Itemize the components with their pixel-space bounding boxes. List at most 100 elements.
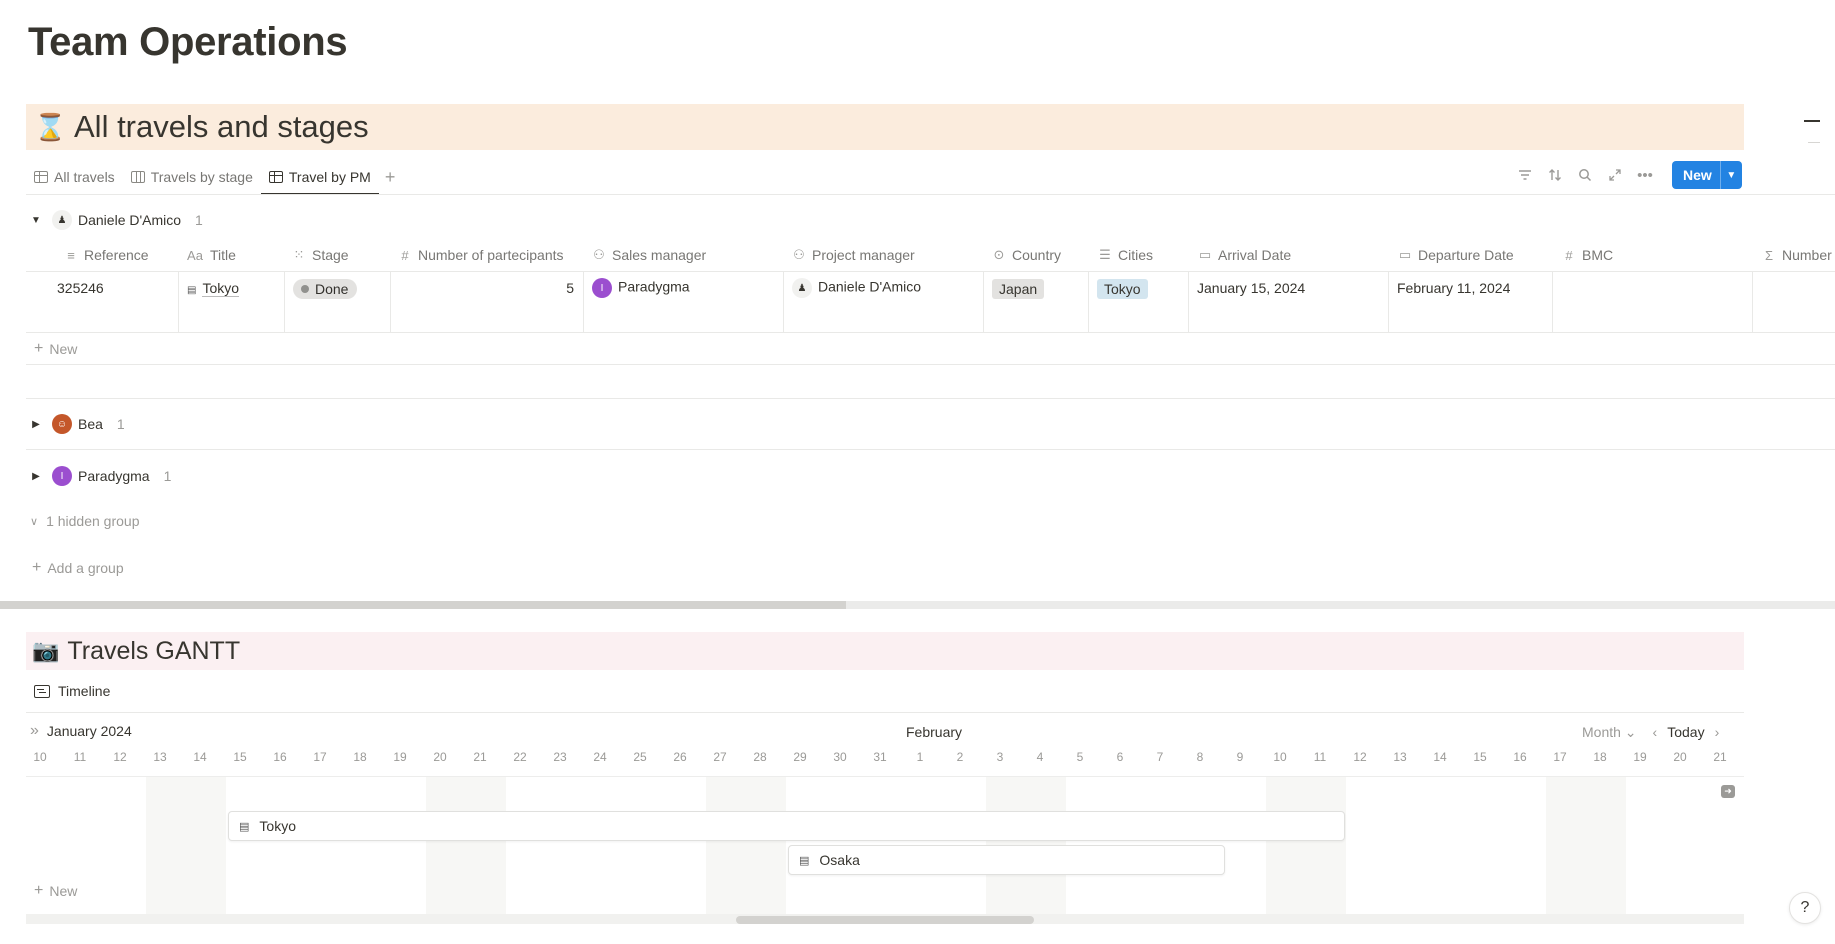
group-header-bea[interactable]: ▶ ☺ Bea 1 [26, 409, 125, 439]
group-count: 1 [163, 468, 172, 484]
arrow-right-icon[interactable]: ➜ [1721, 785, 1735, 798]
avatar: ♟ [52, 210, 72, 230]
column-header-sales-manager[interactable]: ⚇ Sales manager [584, 240, 784, 270]
view-tabs: All travels Travels by stage Travel by P… [26, 160, 402, 195]
select-icon: ⊙ [993, 247, 1005, 262]
timeline-day: 24 [593, 750, 607, 764]
column-header-bmc[interactable]: # BMC [1554, 240, 1754, 270]
timeline-day: 15 [233, 750, 247, 764]
column-header-project-manager[interactable]: ⚇ Project manager [784, 240, 984, 270]
help-button[interactable]: ? [1789, 892, 1821, 924]
new-button[interactable]: New ▼ [1672, 161, 1742, 189]
divider [26, 194, 1835, 195]
sort-icon[interactable] [1540, 160, 1570, 190]
chevron-left-icon[interactable]: ‹ [1649, 724, 1662, 740]
view-select[interactable]: Month ⌄ [1582, 724, 1637, 741]
search-icon[interactable] [1570, 160, 1600, 190]
timeline-day: 18 [1593, 750, 1607, 764]
weekend-shade [146, 777, 226, 914]
cell-project-manager[interactable]: ♟ Daniele D'Amico [784, 272, 982, 332]
weekend-shade [1266, 777, 1346, 914]
cell-reference[interactable]: 325246 [49, 272, 177, 332]
column-header-arrival-date[interactable]: ▭ Arrival Date [1190, 240, 1390, 270]
status-badge: Done [293, 279, 358, 299]
cell-sales-manager[interactable]: I Paradygma [584, 272, 782, 332]
tab-all-travels[interactable]: All travels [26, 160, 123, 194]
board-icon [130, 171, 145, 183]
column-header-participants[interactable]: # Number of partecipants [390, 240, 582, 270]
column-header-stage[interactable]: ⁙ Stage [284, 240, 390, 270]
group-header-paradygma[interactable]: ▶ I Paradygma 1 [26, 461, 171, 491]
hidden-groups-toggle[interactable]: ∨ 1 hidden group [30, 513, 139, 529]
filter-icon[interactable] [1510, 160, 1540, 190]
cell-participants[interactable]: 5 [391, 272, 582, 332]
timeline-day: 15 [1473, 750, 1487, 764]
timeline-controls: Month ⌄ ‹ Today › [1582, 722, 1723, 742]
timeline-day: 21 [1713, 750, 1727, 764]
timeline-bar-osaka[interactable]: ▤ Osaka [788, 845, 1225, 875]
column-header-cities[interactable]: ☰ Cities [1090, 240, 1190, 270]
group-count: 1 [116, 416, 125, 432]
column-header-title[interactable]: Aa Title [178, 240, 284, 270]
number-icon: # [401, 247, 409, 263]
group-header-daniele[interactable]: ▼ ♟ Daniele D'Amico 1 [26, 205, 203, 235]
chevron-right-icon[interactable]: › [1711, 724, 1724, 740]
timeline-day: 16 [1513, 750, 1527, 764]
cell-stage[interactable]: Done [285, 272, 389, 332]
table-header: ≡ Reference Aa Title ⁙ Stage # Number of par… [26, 240, 1835, 270]
postcard-icon: ▤ [187, 285, 197, 296]
expanded-triangle-icon[interactable]: ▼ [26, 215, 46, 226]
column-header-departure-date[interactable]: ▭ Departure Date [1390, 240, 1554, 270]
list-icon: ☰ [1099, 247, 1111, 262]
cell-cities[interactable]: Tokyo [1089, 272, 1187, 332]
cell-departure-date[interactable]: February 11, 2024 [1389, 272, 1551, 332]
chevron-down-icon[interactable]: ▼ [1719, 161, 1742, 189]
column-header-number[interactable]: Σ Number [1754, 240, 1835, 270]
group-name: Paradygma [78, 468, 150, 484]
section-title[interactable]: Travels GANTT [67, 637, 240, 666]
scrollbar-thumb[interactable] [736, 916, 1034, 924]
camera-icon: 📷 [32, 638, 60, 663]
avatar: I [592, 278, 612, 298]
divider [26, 712, 1744, 713]
cell-arrival-date[interactable]: January 15, 2024 [1189, 272, 1387, 332]
collapsed-triangle-icon[interactable]: ▶ [26, 419, 46, 430]
scrollbar-thumb[interactable] [0, 601, 846, 609]
timeline-day: 9 [1236, 750, 1244, 764]
people-icon: ⚇ [593, 247, 605, 262]
timeline-day: 2 [956, 750, 964, 764]
cell-number[interactable] [1753, 272, 1835, 332]
tab-travel-by-pm[interactable]: Travel by PM [260, 160, 379, 195]
timeline-day: 11 [73, 750, 87, 764]
add-group-button[interactable]: + Add a group [32, 559, 124, 577]
more-icon[interactable]: ••• [1630, 160, 1660, 190]
double-chevron-right-icon[interactable]: » [30, 722, 39, 740]
city-tag: Tokyo [1097, 279, 1148, 299]
tab-timeline[interactable]: Timeline [34, 680, 110, 702]
add-row-button[interactable]: + New [26, 334, 1835, 364]
timeline-day: 22 [513, 750, 527, 764]
cell-title[interactable]: ▤ Tokyo [179, 272, 283, 332]
expand-icon[interactable] [1600, 160, 1630, 190]
divider [26, 449, 1835, 450]
collapsed-triangle-icon[interactable]: ▶ [26, 471, 46, 482]
title-icon: Aa [187, 247, 203, 263]
today-button[interactable]: Today [1667, 724, 1704, 740]
timeline-icon [34, 684, 50, 698]
timeline-day: 11 [1313, 750, 1327, 764]
collapse-icon[interactable] [1804, 120, 1820, 122]
timeline-day: 19 [1633, 750, 1647, 764]
divider [26, 364, 1835, 365]
timeline-bar-tokyo[interactable]: ▤ Tokyo [228, 811, 1345, 841]
cell-country[interactable]: Japan [984, 272, 1087, 332]
add-view-icon[interactable]: + [379, 167, 402, 188]
section-title[interactable]: All travels and stages [74, 109, 369, 145]
cell-bmc[interactable] [1553, 272, 1751, 332]
tab-travels-by-stage[interactable]: Travels by stage [123, 160, 261, 194]
group-count: 1 [195, 212, 203, 228]
plus-icon: + [34, 340, 44, 357]
column-header-reference[interactable]: ≡ Reference [56, 240, 174, 270]
section-header-gantt: 📷 Travels GANTT [26, 632, 1744, 670]
column-header-country[interactable]: ⊙ Country [984, 240, 1090, 270]
add-timeline-item-button[interactable]: + New [34, 882, 77, 900]
